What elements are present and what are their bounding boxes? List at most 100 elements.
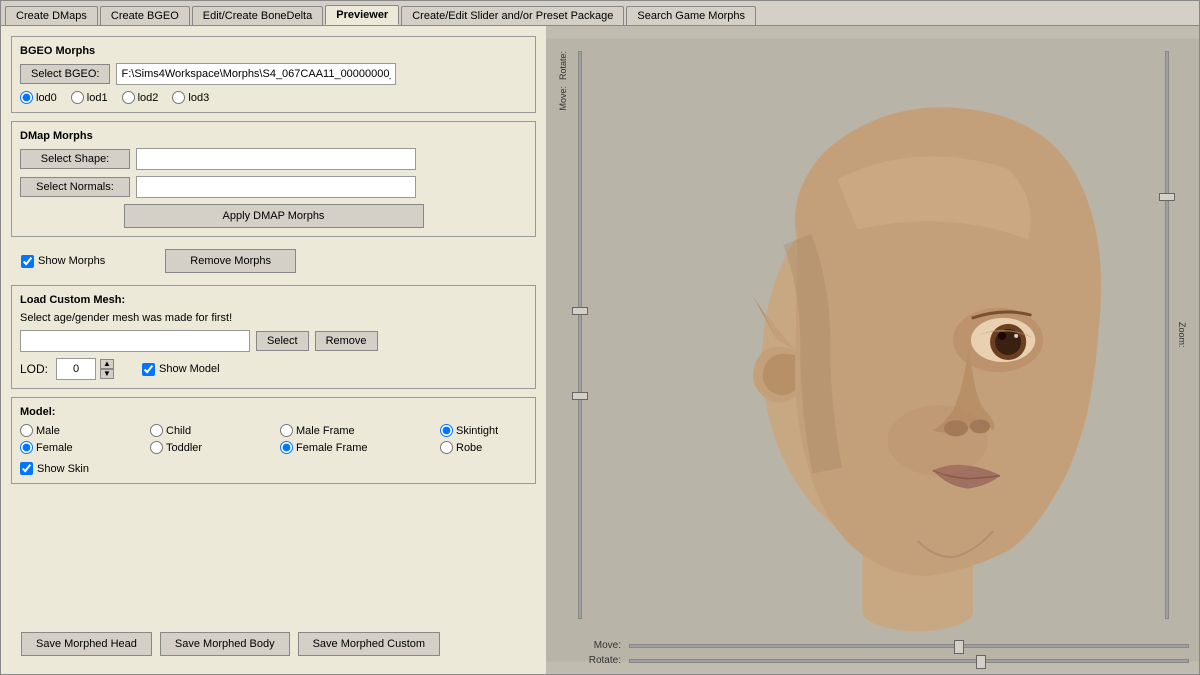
lod-label: LOD: xyxy=(20,362,48,376)
lod2-radio-item[interactable]: lod2 xyxy=(122,91,159,104)
custom-mesh-remove-button[interactable]: Remove xyxy=(315,331,378,351)
custom-mesh-select-button[interactable]: Select xyxy=(256,331,309,351)
lod2-label: lod2 xyxy=(138,92,159,104)
apply-dmap-morphs-button[interactable]: Apply DMAP Morphs xyxy=(124,204,424,228)
robe-label: Robe xyxy=(456,442,482,454)
bottom-move-label: Move: xyxy=(576,640,621,651)
show-morphs-label: Show Morphs xyxy=(38,255,105,267)
lod-row: LOD: ▲ ▼ Show Model xyxy=(20,358,527,380)
skintight-label: Skintight xyxy=(456,425,498,437)
dmap-morphs-title: DMap Morphs xyxy=(20,130,527,142)
show-skin-checkbox[interactable] xyxy=(20,462,33,475)
lod-increment-button[interactable]: ▲ xyxy=(100,359,114,369)
bottom-rotate-row: Rotate: xyxy=(576,655,1189,666)
select-shape-button[interactable]: Select Shape: xyxy=(20,149,130,169)
custom-mesh-input-row: Select Remove xyxy=(20,330,527,352)
male-frame-radio[interactable] xyxy=(280,424,293,437)
save-morphed-head-button[interactable]: Save Morphed Head xyxy=(21,632,152,656)
tab-create-bgeo[interactable]: Create BGEO xyxy=(100,6,190,25)
lod-value-input[interactable] xyxy=(56,358,96,380)
bottom-rotate-thumb[interactable] xyxy=(976,655,986,669)
robe-radio[interactable] xyxy=(440,441,453,454)
lod-radio-group: lod0 lod1 lod2 lod3 xyxy=(20,91,527,104)
viewport: Rotate: Move: Zoom: xyxy=(546,26,1199,674)
lod2-radio[interactable] xyxy=(122,91,135,104)
female-frame-radio[interactable] xyxy=(280,441,293,454)
bottom-buttons: Save Morphed Head Save Morphed Body Save… xyxy=(11,624,536,664)
female-frame-label: Female Frame xyxy=(296,442,368,454)
select-bgeo-button[interactable]: Select BGEO: xyxy=(20,64,110,84)
select-shape-row: Select Shape: xyxy=(20,148,527,170)
robe-radio-item[interactable]: Robe xyxy=(440,441,546,454)
child-radio-item[interactable]: Child xyxy=(150,424,280,437)
load-custom-mesh-title: Load Custom Mesh: xyxy=(20,294,527,306)
tab-bar: Create DMaps Create BGEO Edit/Create Bon… xyxy=(1,1,1199,25)
save-morphed-body-button[interactable]: Save Morphed Body xyxy=(160,632,290,656)
bottom-sliders: Move: Rotate: xyxy=(576,640,1189,666)
male-radio[interactable] xyxy=(20,424,33,437)
female-frame-radio-item[interactable]: Female Frame xyxy=(280,441,440,454)
tab-create-dmaps[interactable]: Create DMaps xyxy=(5,6,98,25)
dmap-morphs-section: DMap Morphs Select Shape: Select Normals… xyxy=(11,121,536,237)
female-radio-item[interactable]: Female xyxy=(20,441,150,454)
bgeo-file-path-input[interactable] xyxy=(116,63,396,85)
remove-morphs-button[interactable]: Remove Morphs xyxy=(165,249,296,273)
move-label: Move: xyxy=(558,86,568,111)
female-radio[interactable] xyxy=(20,441,33,454)
left-slider-thumb2[interactable] xyxy=(572,392,588,400)
tab-edit-create-bonedelta[interactable]: Edit/Create BoneDelta xyxy=(192,6,323,25)
bgeo-morphs-title: BGEO Morphs xyxy=(20,45,527,57)
bottom-move-thumb[interactable] xyxy=(954,640,964,654)
show-skin-label: Show Skin xyxy=(37,463,89,475)
bottom-rotate-label: Rotate: xyxy=(576,655,621,666)
lod-spinner: ▲ ▼ xyxy=(100,359,114,379)
model-grid: Male Child Male Frame Skin xyxy=(20,424,527,454)
bottom-rotate-track[interactable] xyxy=(629,659,1189,663)
show-morphs-checkbox-item[interactable]: Show Morphs xyxy=(21,255,105,268)
lod1-radio-item[interactable]: lod1 xyxy=(71,91,108,104)
toddler-radio[interactable] xyxy=(150,441,163,454)
right-slider-thumb[interactable] xyxy=(1159,193,1175,201)
lod0-radio[interactable] xyxy=(20,91,33,104)
bottom-move-row: Move: xyxy=(576,640,1189,651)
lod-decrement-button[interactable]: ▼ xyxy=(100,369,114,379)
male-radio-item[interactable]: Male xyxy=(20,424,150,437)
show-model-checkbox-item[interactable]: Show Model xyxy=(142,363,220,376)
main-window: Create DMaps Create BGEO Edit/Create Bon… xyxy=(0,0,1200,675)
custom-mesh-input[interactable] xyxy=(20,330,250,352)
bottom-move-track[interactable] xyxy=(629,644,1189,648)
load-custom-mesh-section: Load Custom Mesh: Select age/gender mesh… xyxy=(11,285,536,389)
custom-mesh-instruction: Select age/gender mesh was made for firs… xyxy=(20,312,527,324)
select-normals-button[interactable]: Select Normals: xyxy=(20,177,130,197)
lod0-radio-item[interactable]: lod0 xyxy=(20,91,57,104)
save-morphed-custom-button[interactable]: Save Morphed Custom xyxy=(298,632,441,656)
skintight-radio-item[interactable]: Skintight xyxy=(440,424,546,437)
shape-input[interactable] xyxy=(136,148,416,170)
female-label: Female xyxy=(36,442,73,454)
lod3-radio[interactable] xyxy=(172,91,185,104)
male-label: Male xyxy=(36,425,60,437)
lod1-radio[interactable] xyxy=(71,91,84,104)
show-morphs-checkbox[interactable] xyxy=(21,255,34,268)
skintight-radio[interactable] xyxy=(440,424,453,437)
tab-create-edit-slider[interactable]: Create/Edit Slider and/or Preset Package xyxy=(401,6,624,25)
right-slider-area: Zoom: xyxy=(1157,51,1187,619)
toddler-radio-item[interactable]: Toddler xyxy=(150,441,280,454)
left-panel: BGEO Morphs Select BGEO: lod0 lod1 xyxy=(1,26,546,674)
male-frame-radio-item[interactable]: Male Frame xyxy=(280,424,440,437)
right-slider-track xyxy=(1165,51,1169,619)
left-slider-track xyxy=(578,51,582,619)
lod3-label: lod3 xyxy=(188,92,209,104)
rotate-label: Rotate: xyxy=(558,51,568,80)
tab-search-game-morphs[interactable]: Search Game Morphs xyxy=(626,6,756,25)
left-slider-thumb[interactable] xyxy=(572,307,588,315)
child-radio[interactable] xyxy=(150,424,163,437)
tab-previewer[interactable]: Previewer xyxy=(325,5,399,25)
show-model-checkbox[interactable] xyxy=(142,363,155,376)
bgeo-select-row: Select BGEO: xyxy=(20,63,527,85)
toddler-label: Toddler xyxy=(166,442,202,454)
normals-input[interactable] xyxy=(136,176,416,198)
select-normals-row: Select Normals: xyxy=(20,176,527,198)
lod3-radio-item[interactable]: lod3 xyxy=(172,91,209,104)
show-skin-checkbox-item[interactable]: Show Skin xyxy=(20,462,527,475)
